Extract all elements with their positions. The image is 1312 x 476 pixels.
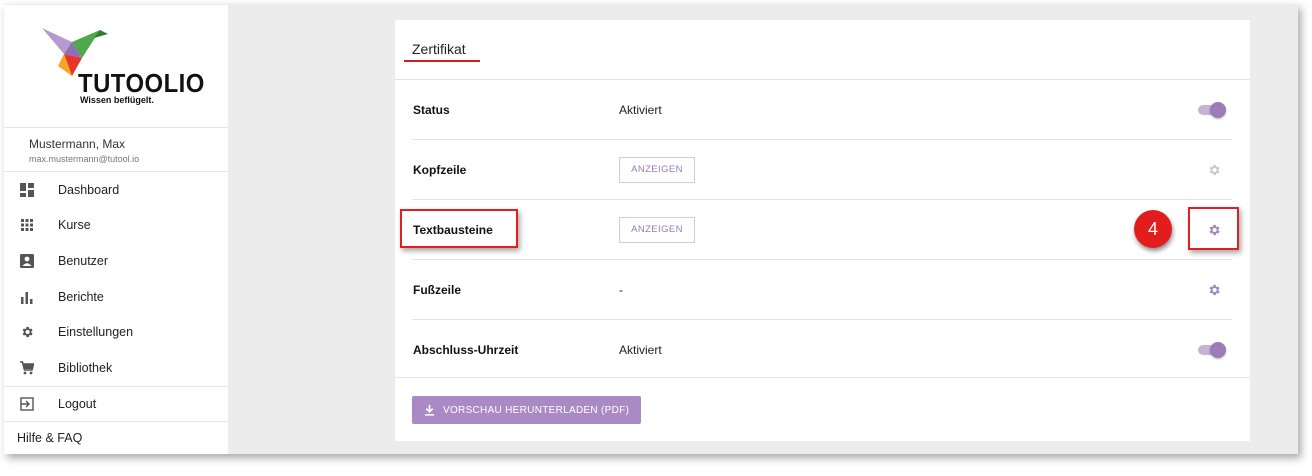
- sidebar-item-label: Einstellungen: [58, 325, 134, 340]
- setting-row-textbausteine: Textbausteine ANZEIGEN: [412, 200, 1232, 260]
- setting-row-abschluss-uhrzeit: Abschluss-Uhrzeit Aktiviert: [412, 320, 1232, 380]
- apps-grid-icon: [21, 219, 33, 232]
- step-number-badge: 4: [1134, 210, 1172, 248]
- setting-value: -: [619, 282, 623, 297]
- brand-tagline: Wissen beflügelt.: [80, 95, 154, 105]
- download-button-label: VORSCHAU HERUNTERLADEN (PDF): [443, 404, 630, 416]
- help-faq-link[interactable]: Hilfe & FAQ: [4, 421, 228, 454]
- sidebar-item-benutzer[interactable]: Benutzer: [4, 243, 228, 279]
- sidebar-item-label: Logout: [58, 396, 97, 411]
- setting-label: Status: [413, 102, 450, 117]
- sidebar-item-logout[interactable]: Logout: [4, 385, 228, 422]
- dashboard-icon: [20, 182, 34, 197]
- highlight-textbausteine-gear: [1188, 207, 1239, 250]
- sidebar-item-einstellungen[interactable]: Einstellungen: [4, 314, 228, 350]
- settings-list: Status Aktiviert Kopfzeile ANZEIGEN Text…: [395, 80, 1250, 380]
- gear-icon[interactable]: [1207, 163, 1221, 177]
- setting-label: Abschluss-Uhrzeit: [413, 343, 519, 357]
- setting-value: Aktiviert: [619, 102, 662, 117]
- setting-row-fusszeile: Fußzeile -: [412, 260, 1232, 320]
- sidebar-item-kurse[interactable]: Kurse: [4, 208, 228, 244]
- sidebar-item-bibliothek[interactable]: Bibliothek: [4, 350, 228, 386]
- sidebar-item-label: Dashboard: [58, 182, 120, 197]
- sidebar-item-label: Benutzer: [58, 253, 109, 268]
- user-info: Mustermann, Max max.mustermann@tutool.io: [4, 128, 228, 172]
- tab-zertifikat[interactable]: Zertifikat: [412, 41, 466, 57]
- status-toggle[interactable]: [1198, 101, 1226, 118]
- sidebar-item-label: Kurse: [58, 218, 91, 233]
- setting-label: Fußzeile: [413, 282, 462, 297]
- user-email: max.mustermann@tutool.io: [29, 154, 140, 164]
- logo[interactable]: TUTOOLIO Wissen beflügelt.: [4, 5, 228, 128]
- gear-icon: [22, 327, 33, 338]
- abschluss-uhrzeit-toggle[interactable]: [1198, 342, 1226, 358]
- highlight-textbausteine-label: [400, 209, 518, 248]
- sidebar: TUTOOLIO Wissen beflügelt. Mustermann, M…: [4, 5, 228, 454]
- sidebar-item-label: Bibliothek: [58, 360, 113, 375]
- setting-label: Kopfzeile: [413, 162, 467, 177]
- logout-icon: [20, 397, 34, 411]
- kopfzeile-show-button[interactable]: ANZEIGEN: [619, 156, 695, 183]
- bar-chart-icon: [21, 291, 33, 304]
- divider: [395, 377, 1250, 378]
- download-preview-pdf-button[interactable]: VORSCHAU HERUNTERLADEN (PDF): [412, 396, 641, 424]
- setting-row-status: Status Aktiviert: [412, 80, 1232, 140]
- download-icon: [424, 404, 435, 416]
- certificate-card: Zertifikat Status Aktiviert Kopfzeile AN…: [395, 20, 1250, 441]
- sidebar-item-berichte[interactable]: Berichte: [4, 279, 228, 315]
- textbausteine-show-button[interactable]: ANZEIGEN: [619, 216, 695, 243]
- user-card-icon: [20, 253, 34, 268]
- setting-row-kopfzeile: Kopfzeile ANZEIGEN: [412, 140, 1232, 200]
- sidebar-item-dashboard[interactable]: Dashboard: [4, 172, 228, 208]
- card-header: Zertifikat: [395, 20, 1250, 80]
- cart-icon: [20, 360, 34, 375]
- user-name: Mustermann, Max: [29, 137, 126, 151]
- active-tab-indicator: [404, 60, 480, 62]
- setting-value: Aktiviert: [619, 343, 662, 357]
- sidebar-item-label: Berichte: [58, 289, 104, 304]
- gear-icon[interactable]: [1207, 283, 1221, 297]
